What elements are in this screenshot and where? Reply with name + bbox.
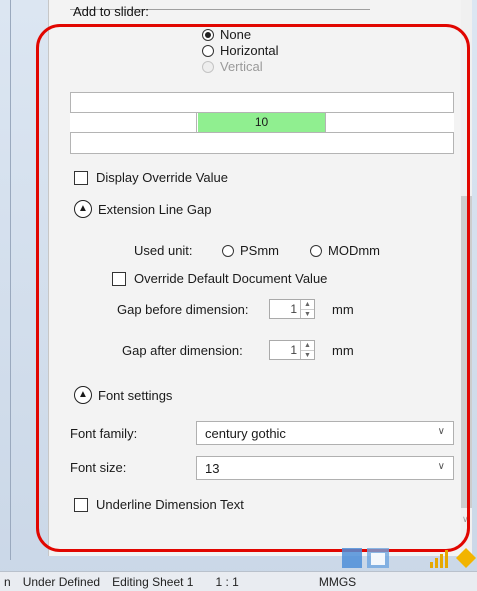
radio-psmm-label: PSmm xyxy=(240,243,279,258)
chevron-down-icon[interactable]: ∨ xyxy=(462,514,469,525)
gap-before-unit: mm xyxy=(332,302,354,317)
underline-dimension-label: Underline Dimension Text xyxy=(96,497,244,512)
status-editing: Editing Sheet 1 xyxy=(112,574,194,589)
slider-preview[interactable]: 10 xyxy=(70,92,454,154)
override-default-label: Override Default Document Value xyxy=(134,271,328,286)
gap-after-stepper[interactable]: 1 ▲ ▼ xyxy=(269,340,315,360)
spin-up-icon[interactable]: ▲ xyxy=(301,341,314,351)
override-default-checkbox[interactable]: Override Default Document Value xyxy=(112,271,327,286)
taskbar-icons xyxy=(342,548,476,568)
gap-before-stepper[interactable]: 1 ▲ ▼ xyxy=(269,299,315,319)
chevron-down-icon[interactable]: ∨ xyxy=(438,426,445,437)
font-size-select[interactable]: 13 ∨ xyxy=(196,456,454,480)
status-prefix: n xyxy=(4,574,11,589)
radio-psmm[interactable]: PSmm xyxy=(222,243,279,258)
spin-down-icon[interactable]: ▼ xyxy=(301,351,314,360)
gap-after-value[interactable]: 1 xyxy=(270,341,300,359)
radio-vertical: Vertical xyxy=(202,59,263,74)
font-family-label: Font family: xyxy=(70,426,138,441)
radio-psmm-indicator[interactable] xyxy=(222,244,234,257)
window-divider xyxy=(10,0,11,560)
slider-track: 10 xyxy=(70,112,454,133)
status-scale: 1 : 1 xyxy=(215,574,239,589)
radio-modmm-label: MODmm xyxy=(328,243,380,258)
add-to-slider-title: Add to slider: xyxy=(73,4,149,19)
spin-down-icon[interactable]: ▼ xyxy=(301,310,314,319)
status-definition: Under Defined xyxy=(22,574,101,589)
font-family-select[interactable]: century gothic ∨ xyxy=(196,421,454,445)
font-size-label: Font size: xyxy=(70,460,127,475)
radio-none[interactable]: None xyxy=(202,27,251,42)
override-default-box[interactable] xyxy=(112,271,126,286)
stack-icon[interactable] xyxy=(456,548,476,568)
gap-after-unit: mm xyxy=(332,343,354,358)
window-icon[interactable] xyxy=(342,548,362,568)
font-settings-title: Font settings xyxy=(98,387,173,403)
font-family-value: century gothic xyxy=(205,425,286,441)
radio-modmm[interactable]: MODmm xyxy=(310,243,380,258)
radio-vertical-indicator xyxy=(202,60,214,73)
font-size-value: 13 xyxy=(205,460,220,476)
slider-value[interactable]: 10 xyxy=(198,113,326,132)
font-settings-expander[interactable]: ▲ Font settings xyxy=(74,386,172,404)
radio-horizontal[interactable]: Horizontal xyxy=(202,43,279,58)
chevron-up-icon[interactable]: ▲ xyxy=(74,386,92,404)
scrollbar-thumb[interactable] xyxy=(461,196,472,508)
radio-horizontal-label: Horizontal xyxy=(220,43,279,58)
chevron-down-icon[interactable]: ∨ xyxy=(438,461,445,472)
status-bar: n Under Defined Editing Sheet 1 1 : 1 MM… xyxy=(0,571,477,591)
gap-after-label: Gap after dimension: xyxy=(122,343,243,358)
display-override-box[interactable] xyxy=(74,170,88,185)
display-override-label: Display Override Value xyxy=(96,170,228,185)
signal-icon xyxy=(430,550,448,568)
extension-line-gap-expander[interactable]: ▲ Extension Line Gap xyxy=(74,200,211,218)
spin-up-icon[interactable]: ▲ xyxy=(301,300,314,310)
underline-dimension-box[interactable] xyxy=(74,497,88,512)
radio-none-indicator[interactable] xyxy=(202,28,214,41)
radio-vertical-label: Vertical xyxy=(220,59,263,74)
gap-before-label: Gap before dimension: xyxy=(117,302,249,317)
window-icon xyxy=(371,553,385,565)
radio-horizontal-indicator[interactable] xyxy=(202,44,214,57)
gap-before-value[interactable]: 1 xyxy=(270,300,300,318)
chevron-up-icon[interactable]: ▲ xyxy=(74,200,92,218)
underline-dimension-checkbox[interactable]: Underline Dimension Text xyxy=(74,497,244,512)
used-unit-label: Used unit: xyxy=(134,243,193,258)
radio-none-label: None xyxy=(220,27,252,42)
slider-left-segment xyxy=(70,113,197,132)
status-units[interactable]: MMGS xyxy=(319,575,356,589)
radio-modmm-indicator[interactable] xyxy=(310,244,322,257)
extension-line-gap-title: Extension Line Gap xyxy=(98,201,212,217)
display-override-checkbox[interactable]: Display Override Value xyxy=(74,170,228,185)
